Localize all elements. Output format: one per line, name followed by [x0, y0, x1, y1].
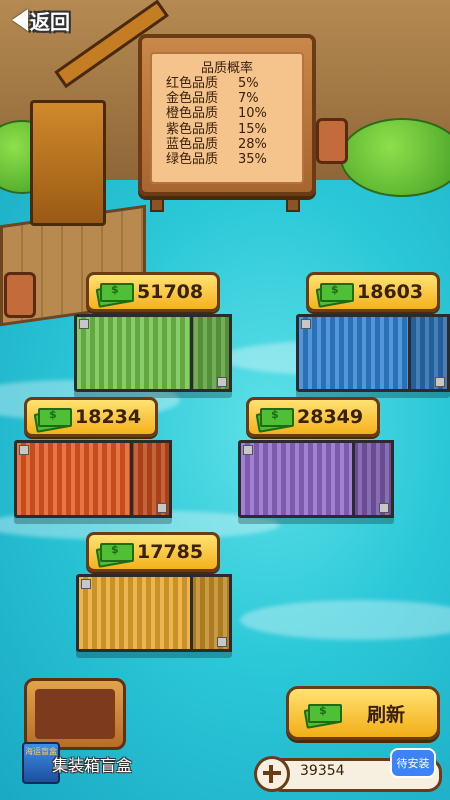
- balance-value: 39354: [300, 763, 345, 779]
- refresh-button[interactable]: 刷新: [286, 686, 440, 740]
- rate-row-green: 绿色品质 35%: [166, 152, 296, 167]
- add-currency-button[interactable]: [254, 756, 290, 792]
- crane-icon: [30, 100, 106, 226]
- rate-value: 35%: [238, 152, 267, 168]
- rate-label: 蓝色品质: [166, 136, 219, 152]
- container-blue[interactable]: [296, 314, 450, 392]
- blindbox-label: 集装箱盲盒: [52, 756, 133, 775]
- rate-row-blue: 蓝色品质 28%: [166, 137, 296, 152]
- price-tag-purple[interactable]: 28349: [246, 397, 380, 437]
- rate-value: 15%: [238, 121, 267, 137]
- rate-label: 红色品质: [166, 76, 219, 91]
- back-arrow-icon: [12, 9, 28, 31]
- rate-value: 10%: [238, 106, 267, 122]
- rate-label: 橙色品质: [166, 106, 219, 122]
- rate-value: 28%: [238, 136, 267, 152]
- cash-icon: [33, 407, 72, 433]
- price-tag-orange[interactable]: 18234: [24, 397, 158, 437]
- price-value: 28349: [297, 406, 364, 428]
- cash-icon: [255, 407, 294, 433]
- back-label: 返回: [30, 9, 70, 34]
- price-value: 18234: [75, 406, 142, 428]
- mooring-post-icon: [316, 118, 348, 164]
- cash-icon: [95, 542, 134, 568]
- cash-icon: [95, 282, 134, 308]
- container-orange[interactable]: [14, 440, 172, 518]
- rate-label: 紫色品质: [166, 121, 219, 137]
- back-button[interactable]: 返回: [6, 5, 98, 35]
- price-value: 17785: [137, 541, 204, 563]
- price-tag-gold[interactable]: 17785: [86, 532, 220, 572]
- board-panel: 品质概率 红色品质 5% 金色品质 7% 橙色品质 10% 紫色品质 15% 蓝色品质 2…: [150, 52, 304, 184]
- rate-label: 金色品质: [166, 91, 219, 107]
- cash-icon: [315, 282, 354, 308]
- cash-stack-icon: [303, 703, 351, 729]
- rate-value: 5%: [238, 76, 259, 91]
- price-value: 18603: [357, 281, 424, 303]
- rate-row-red: 红色品质 5%: [166, 76, 296, 91]
- price-value: 51708: [137, 281, 204, 303]
- quality-probability-board: 品质概率 红色品质 5% 金色品质 7% 橙色品质 10% 紫色品质 15% 蓝色品质 2…: [138, 34, 316, 196]
- install-badge[interactable]: 待安装: [390, 748, 436, 778]
- rate-row-purple: 紫色品质 15%: [166, 122, 296, 137]
- container-gold[interactable]: [76, 574, 232, 652]
- rate-label: 绿色品质: [166, 152, 219, 168]
- rate-value: 7%: [238, 91, 259, 107]
- blindbox-button[interactable]: [24, 678, 126, 750]
- container-purple[interactable]: [238, 440, 394, 518]
- rate-row-orange: 橙色品质 10%: [166, 106, 296, 121]
- blindbox-icon: [35, 689, 115, 739]
- price-tag-blue[interactable]: 18603: [306, 272, 440, 312]
- refresh-label: 刷新: [367, 703, 406, 726]
- rate-row-gold: 金色品质 7%: [166, 91, 296, 106]
- price-tag-green[interactable]: 51708: [86, 272, 220, 312]
- container-green[interactable]: [74, 314, 232, 392]
- board-title: 品质概率: [200, 61, 253, 76]
- rate-list: 红色品质 5% 金色品质 7% 橙色品质 10% 紫色品质 15% 蓝色品质 28% 绿色…: [166, 76, 296, 167]
- mooring-post-icon: [4, 272, 36, 318]
